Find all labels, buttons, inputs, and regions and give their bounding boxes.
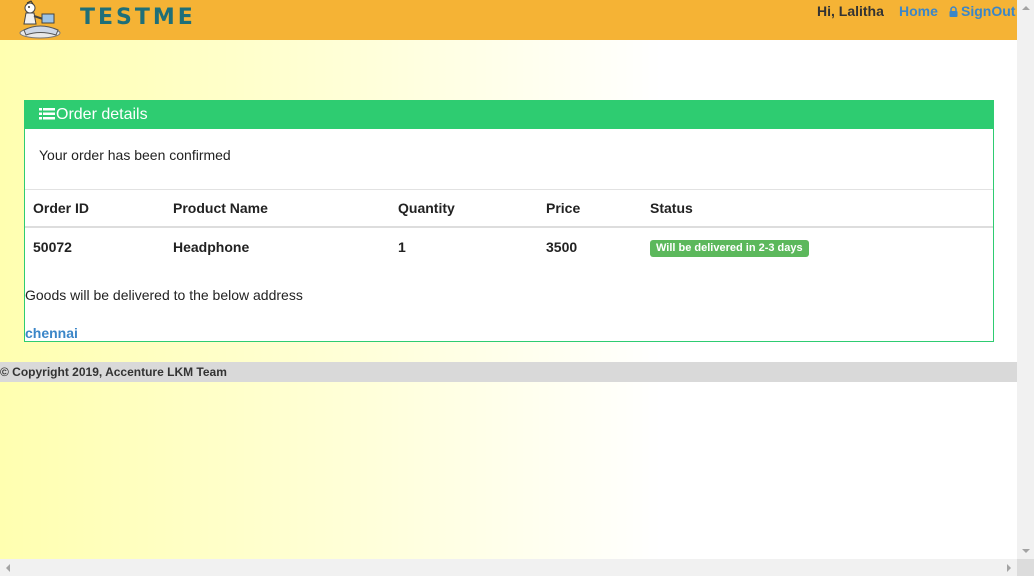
home-link[interactable]: Home [899, 3, 938, 19]
cell-product-name: Headphone [173, 239, 250, 255]
top-header: TESTME Hi, Lalitha Home SignOut [0, 0, 1017, 40]
order-details-panel: Order details Your order has been confir… [24, 100, 994, 342]
logo-text[interactable]: TESTME [80, 5, 196, 30]
delivery-address-link[interactable]: chennai [25, 325, 78, 341]
signout-label: SignOut [961, 3, 1016, 19]
header-price: Price [546, 190, 650, 228]
scrollbar-corner [1017, 559, 1034, 576]
orders-table: Order ID Product Name Quantity Price Sta… [25, 190, 993, 266]
header-status: Status [650, 190, 993, 228]
footer: © Copyright 2019, Accenture LKM Team [0, 362, 1017, 382]
list-icon [39, 102, 55, 130]
panel-title: Order details [56, 106, 148, 123]
cell-order-id: 50072 [33, 239, 72, 255]
cell-status: Will be delivered in 2-3 days [650, 227, 993, 266]
status-badge: Will be delivered in 2-3 days [650, 239, 809, 257]
user-greeting: Hi, Lalitha [817, 3, 884, 19]
panel-heading: Order details [25, 101, 993, 129]
horizontal-scrollbar[interactable] [0, 559, 1017, 576]
delivery-note: Goods will be delivered to the below add… [25, 287, 303, 303]
scroll-up-icon[interactable] [1022, 6, 1030, 10]
table-row: 50072 Headphone 1 3500 Will be delivered… [25, 227, 993, 266]
vertical-scrollbar[interactable] [1017, 0, 1034, 559]
header-product-name: Product Name [173, 190, 398, 228]
header-quantity: Quantity [398, 190, 546, 228]
lock-icon [949, 4, 958, 20]
table-header-row: Order ID Product Name Quantity Price Sta… [25, 190, 993, 228]
cell-price: 3500 [546, 239, 578, 255]
mascot-logo-icon[interactable] [16, 0, 62, 45]
scroll-left-icon[interactable] [6, 564, 10, 572]
scroll-right-icon[interactable] [1007, 564, 1011, 572]
scroll-down-icon[interactable] [1022, 549, 1030, 553]
cell-quantity: 1 [398, 239, 406, 255]
signout-link[interactable]: SignOut [949, 3, 1015, 20]
page-viewport: TESTME Hi, Lalitha Home SignOut Order de… [0, 0, 1017, 559]
header-order-id: Order ID [25, 190, 173, 228]
order-confirmation-text: Your order has been confirmed [39, 147, 231, 163]
